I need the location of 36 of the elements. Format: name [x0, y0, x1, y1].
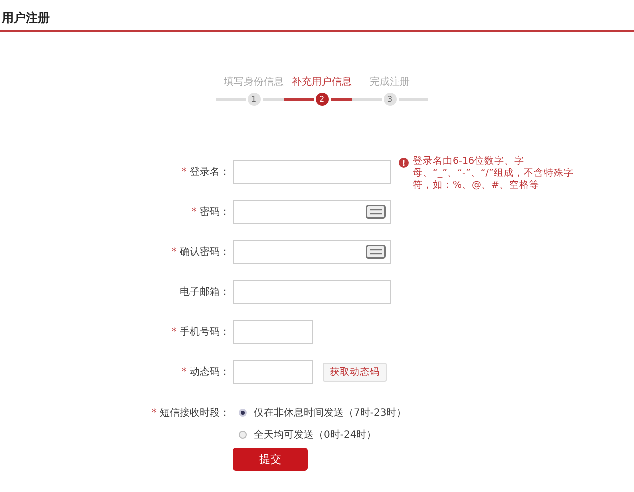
- required-mark: *: [182, 367, 187, 378]
- input-field[interactable]: [233, 160, 391, 184]
- field-label: 动态码：: [190, 367, 230, 378]
- step-number: 3: [384, 93, 396, 106]
- step-label: 完成注册: [370, 76, 410, 89]
- required-mark: *: [172, 327, 177, 338]
- hint-text: 登录名由6-16位数字、字母、“_”、“-”、“/”组成，不含特殊字符，如：%、@、#、空格等: [413, 156, 575, 192]
- radio-label[interactable]: 仅在非休息时间发送（7时-23时）: [254, 406, 407, 420]
- required-mark: *: [192, 207, 197, 218]
- submit-button[interactable]: 提交: [233, 448, 308, 471]
- page-title: 用户注册: [2, 11, 50, 25]
- step-label: 补充用户信息: [292, 76, 352, 89]
- input-field[interactable]: [233, 360, 313, 384]
- field-label: 登录名：: [190, 167, 230, 178]
- field-label: 确认密码：: [180, 247, 230, 258]
- required-mark: *: [172, 247, 177, 258]
- step-number: 2: [316, 93, 328, 106]
- step-label: 填写身份信息: [224, 76, 284, 89]
- error-icon: !: [399, 158, 409, 168]
- input-field[interactable]: [233, 280, 391, 304]
- step-number: 1: [248, 93, 260, 106]
- field-label: 短信接收时段：: [160, 408, 230, 419]
- password-field[interactable]: [233, 200, 391, 224]
- input-field[interactable]: [233, 320, 313, 344]
- keyboard-icon[interactable]: [366, 245, 386, 259]
- field-label: 手机号码：: [180, 327, 230, 338]
- radio-button[interactable]: [239, 409, 247, 417]
- field-label: 电子邮箱：: [180, 287, 230, 298]
- required-mark: *: [152, 408, 157, 419]
- password-field[interactable]: [233, 240, 391, 264]
- keyboard-icon[interactable]: [366, 205, 386, 219]
- field-label: 密码：: [200, 207, 230, 218]
- radio-button[interactable]: [239, 431, 247, 439]
- radio-label[interactable]: 全天均可发送（0时-24时）: [254, 428, 377, 442]
- required-mark: *: [182, 167, 187, 178]
- get-code-button[interactable]: 获取动态码: [323, 362, 387, 382]
